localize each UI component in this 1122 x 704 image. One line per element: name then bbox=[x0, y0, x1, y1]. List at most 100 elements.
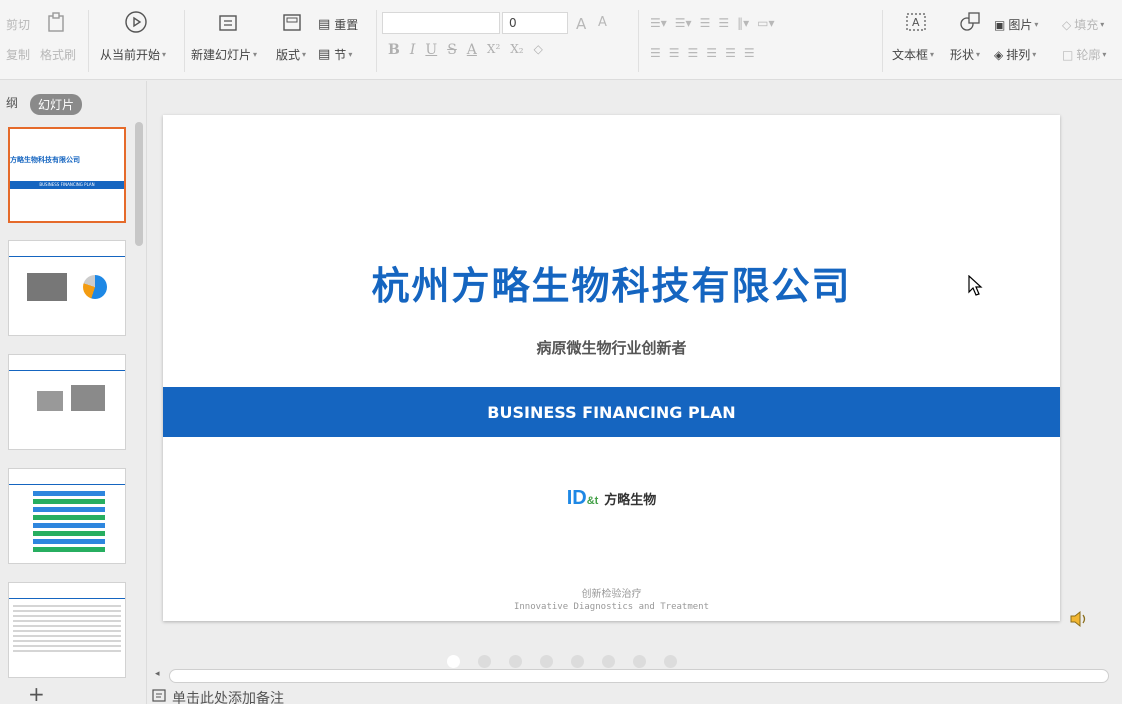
horizontal-scroll-thumb[interactable] bbox=[169, 669, 1109, 683]
align-center-icon[interactable]: ☰ bbox=[669, 46, 680, 60]
divider bbox=[376, 10, 377, 72]
tab-outline[interactable]: 纲 bbox=[6, 94, 18, 111]
page-dot[interactable] bbox=[540, 655, 553, 668]
layout-icon[interactable] bbox=[280, 10, 304, 34]
horizontal-scrollbar[interactable]: ◂ bbox=[153, 669, 1111, 684]
thumbnail-line bbox=[9, 256, 125, 257]
thumbnail-photo bbox=[71, 385, 105, 411]
section-icon: ▤ bbox=[318, 47, 331, 62]
thumbnail-photo bbox=[37, 391, 63, 411]
paragraph-row-bottom: ☰ ☰ ☰ ☰ ☰ ☰ bbox=[650, 46, 755, 60]
fill-button[interactable]: ◇ 填充 ▾ bbox=[1062, 16, 1104, 33]
font-size-input[interactable]: 0 bbox=[502, 12, 568, 34]
thumbnail-line bbox=[9, 598, 125, 599]
slide-title[interactable]: 杭州方略生物科技有限公司 bbox=[163, 255, 1060, 310]
bullet-list-icon[interactable]: ☰▾ bbox=[650, 16, 667, 30]
play-icon[interactable] bbox=[124, 10, 148, 34]
subscript-icon[interactable]: X₂ bbox=[510, 42, 523, 58]
shape-icon[interactable] bbox=[958, 10, 982, 34]
logo-mark: ID&t bbox=[566, 487, 599, 509]
copy-button[interactable]: 复制 bbox=[6, 46, 30, 63]
page-dot[interactable] bbox=[478, 655, 491, 668]
notes-area[interactable]: 单击此处添加备注 bbox=[152, 688, 284, 704]
slide-thumbnail-1[interactable]: 方略生物科技有限公司 BUSINESS FINANCING PLAN bbox=[8, 127, 126, 223]
thumbnail-photo bbox=[27, 273, 67, 301]
shape-button[interactable]: 形状 ▾ bbox=[950, 46, 980, 63]
format-painter-button[interactable]: 格式刷 bbox=[40, 46, 76, 63]
footer-tagline-en[interactable]: Innovative Diagnostics and Treatment bbox=[163, 602, 1060, 612]
logo-name: 方略生物 bbox=[604, 493, 657, 508]
slide-canvas[interactable]: 杭州方略生物科技有限公司 病原微生物行业创新者 BUSINESS FINANCI… bbox=[163, 115, 1060, 621]
thumbnail-band: BUSINESS FINANCING PLAN bbox=[10, 181, 124, 189]
format-row: B I U S A X² X₂ ◇ bbox=[388, 42, 543, 58]
decrease-font-icon[interactable]: A bbox=[598, 15, 607, 30]
textbox-button[interactable]: 文本框 ▾ bbox=[892, 46, 934, 63]
from-current-button[interactable]: 从当前开始 ▾ bbox=[100, 46, 166, 63]
slide-page-dots bbox=[447, 655, 677, 668]
decrease-indent-icon[interactable]: ☰ bbox=[700, 16, 711, 30]
tab-slides[interactable]: 幻灯片 bbox=[30, 94, 83, 115]
page-dot[interactable] bbox=[664, 655, 677, 668]
scroll-left-icon[interactable]: ◂ bbox=[155, 669, 160, 679]
distribute-icon[interactable]: ☰ bbox=[725, 46, 736, 60]
page-dot[interactable] bbox=[602, 655, 615, 668]
columns-icon[interactable]: ☰ bbox=[744, 46, 755, 60]
underline-icon[interactable]: U bbox=[425, 42, 437, 58]
add-slide-button[interactable]: + bbox=[28, 682, 45, 704]
picture-icon: ▣ bbox=[994, 17, 1006, 32]
paste-icon[interactable] bbox=[44, 10, 68, 34]
layout-button[interactable]: 版式 ▾ bbox=[276, 46, 306, 63]
arrange-button[interactable]: ◈ 排列 ▾ bbox=[994, 46, 1036, 63]
paragraph-row-top: ☰▾ ☰▾ ☰ ☰ ‖▾ ▭▾ bbox=[650, 16, 775, 30]
ribbon-toolbar: 剪切 复制 格式刷 从当前开始 ▾ 新建幻灯片 ▾ 版式 ▾ ▤ 重置 ▤ 节 ▾ 0 A … bbox=[0, 0, 1122, 80]
company-logo[interactable]: ID&t 方略生物 bbox=[163, 487, 1060, 510]
page-dot[interactable] bbox=[633, 655, 646, 668]
slide-thumbnail-3[interactable] bbox=[8, 354, 126, 450]
numbered-list-icon[interactable]: ☰▾ bbox=[675, 16, 692, 30]
fill-icon: ◇ bbox=[1062, 17, 1072, 32]
speaker-icon[interactable] bbox=[1068, 608, 1090, 634]
picture-button[interactable]: ▣ 图片 ▾ bbox=[994, 16, 1038, 33]
align-right-icon[interactable]: ☰ bbox=[688, 46, 699, 60]
align-left-icon[interactable]: ☰ bbox=[650, 46, 661, 60]
divider bbox=[88, 10, 89, 72]
page-dot[interactable] bbox=[571, 655, 584, 668]
section-button[interactable]: ▤ 节 ▾ bbox=[318, 46, 352, 63]
strikethrough-icon[interactable]: S bbox=[447, 42, 457, 58]
outline-button[interactable]: □ 轮廓 ▾ bbox=[1062, 46, 1106, 63]
justify-icon[interactable]: ☰ bbox=[706, 46, 717, 60]
increase-font-icon[interactable]: A bbox=[576, 15, 586, 33]
page-dot[interactable] bbox=[509, 655, 522, 668]
text-direction-icon[interactable]: ▭▾ bbox=[757, 16, 774, 30]
notes-placeholder: 单击此处添加备注 bbox=[172, 691, 284, 704]
font-name-input[interactable] bbox=[382, 12, 500, 34]
line-spacing-icon[interactable]: ‖▾ bbox=[737, 16, 749, 30]
footer-tagline-cn[interactable]: 创新检验治疗 bbox=[163, 585, 1060, 600]
clear-format-icon[interactable]: ◇ bbox=[534, 42, 543, 58]
slide-thumbnail-2[interactable] bbox=[8, 240, 126, 336]
slide-thumbnail-5[interactable] bbox=[8, 582, 126, 678]
reset-icon: ▤ bbox=[318, 17, 331, 32]
new-slide-icon[interactable] bbox=[216, 10, 240, 34]
divider bbox=[184, 10, 185, 72]
thumbnail-line bbox=[9, 484, 125, 485]
notes-icon bbox=[152, 689, 166, 704]
superscript-icon[interactable]: X² bbox=[487, 42, 500, 58]
textbox-icon[interactable]: A bbox=[904, 10, 928, 34]
thumbnail-scrollbar[interactable] bbox=[135, 122, 143, 246]
slide-thumbnail-4[interactable] bbox=[8, 468, 126, 564]
font-color-icon[interactable]: A bbox=[467, 42, 477, 58]
slide-subtitle[interactable]: 病原微生物行业创新者 bbox=[163, 337, 1060, 358]
mouse-cursor-icon bbox=[968, 274, 984, 301]
new-slide-button[interactable]: 新建幻灯片 ▾ bbox=[191, 46, 257, 63]
increase-indent-icon[interactable]: ☰ bbox=[718, 16, 729, 30]
slide-banner[interactable]: BUSINESS FINANCING PLAN bbox=[163, 387, 1060, 437]
bold-icon[interactable]: B bbox=[388, 42, 400, 58]
reset-button[interactable]: ▤ 重置 bbox=[318, 16, 358, 33]
cut-button[interactable]: 剪切 bbox=[6, 16, 30, 33]
thumbnail-title: 方略生物科技有限公司 bbox=[10, 156, 80, 164]
italic-icon[interactable]: I bbox=[410, 42, 416, 58]
page-dot[interactable] bbox=[447, 655, 460, 668]
thumbnail-text-lines bbox=[13, 605, 121, 653]
outline-icon: □ bbox=[1062, 47, 1074, 62]
